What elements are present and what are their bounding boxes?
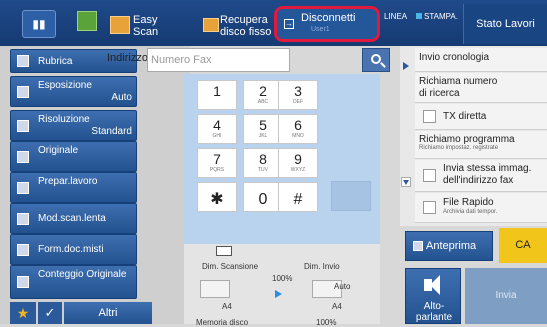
memoria-label: Memoria disco — [196, 318, 249, 327]
search-button[interactable] — [362, 48, 390, 72]
key-2[interactable]: 2 ABC — [243, 80, 283, 110]
fax-number-input[interactable]: Numero Fax — [147, 48, 290, 72]
arrow-right-icon — [275, 290, 282, 298]
mod-scan-lenta-button[interactable]: Mod.scan.lenta — [10, 203, 137, 234]
clear-key[interactable] — [331, 181, 371, 211]
key-5[interactable]: 5 JKL — [243, 114, 283, 144]
key-1[interactable]: 1 — [197, 80, 237, 110]
a4-send-label: A4 — [332, 302, 342, 311]
user-label: User1 — [311, 26, 330, 33]
altri-button[interactable]: Altri — [64, 302, 152, 324]
memoria-pct: 100% — [316, 318, 337, 327]
scan-paper-icon[interactable] — [200, 280, 230, 298]
dim-scansione-label: Dim. Scansione — [202, 262, 259, 271]
key-4[interactable]: 4 GHI — [197, 114, 237, 144]
easy-scan-button[interactable]: Easy Scan — [133, 14, 158, 38]
linea-status: LINEA — [384, 12, 408, 21]
hdd-folder-icon — [203, 18, 219, 32]
key-hash[interactable]: # — [278, 182, 318, 212]
key-7[interactable]: 7 PQRS — [197, 148, 237, 178]
easy-scan-icon — [110, 16, 130, 34]
slow-scan-icon — [17, 212, 29, 225]
address-label: Indirizzo — [107, 52, 148, 64]
file-rapido-checkbox[interactable] — [423, 201, 436, 214]
form-doc-misti-button[interactable]: Form.doc.misti — [10, 234, 137, 265]
invia-stessa-checkbox[interactable] — [423, 169, 436, 182]
invia-button[interactable]: Invia — [465, 268, 547, 324]
key-8[interactable]: 8 TUV — [243, 148, 283, 178]
dim-invio-label: Dim. Invio — [304, 262, 340, 271]
app-icon[interactable] — [77, 11, 97, 31]
address-book-icon — [17, 55, 29, 67]
esposizione-button[interactable]: Esposizione Auto — [10, 76, 137, 107]
key-star[interactable]: ✱ — [197, 182, 237, 212]
altoparlante-button[interactable]: Alto- parlante — [405, 268, 461, 324]
stampa-status: STAMPA. — [424, 12, 458, 21]
disconnect-label: Disconnetti — [301, 12, 356, 24]
key-0[interactable]: 0 — [243, 182, 283, 212]
originale-button[interactable]: Originale — [10, 141, 137, 172]
tx-diretta-item[interactable]: TX diretta — [415, 104, 547, 130]
job-build-icon — [17, 181, 29, 194]
prepar-lavoro-button[interactable]: Prepar.lavoro — [10, 172, 137, 203]
invio-cronologia-item[interactable]: Invio cronologia — [415, 48, 547, 72]
original-icon — [17, 150, 29, 163]
home-button[interactable]: ▮▮ — [22, 10, 56, 38]
key-6[interactable]: 6 MNO — [278, 114, 318, 144]
mixed-size-icon — [17, 243, 29, 256]
preview-icon — [413, 241, 423, 251]
stampa-indicator — [416, 13, 422, 19]
invia-stessa-item[interactable]: Invia stessa immag. dell'indirizzo fax — [415, 160, 547, 192]
ratio-value: 100% — [272, 274, 293, 283]
logout-icon: → — [284, 19, 294, 29]
auto-label: Auto — [334, 282, 351, 291]
recupera-disco-button[interactable]: Recupera disco fisso — [220, 14, 271, 38]
original-count-icon — [17, 276, 29, 288]
ca-button[interactable]: CA — [499, 228, 547, 263]
stato-lavori-button[interactable]: Stato Lavori — [463, 4, 547, 44]
key-9[interactable]: 9 WXYZ — [278, 148, 318, 178]
scanner-icon — [216, 246, 232, 256]
check-icon[interactable]: ✓ — [38, 302, 62, 324]
tx-diretta-checkbox[interactable] — [423, 110, 436, 123]
exposure-icon — [17, 85, 29, 98]
file-rapido-item[interactable]: File Rapido Archivia dati tempor. — [415, 193, 547, 223]
richiama-numero-item[interactable]: Richiama numero di ricerca — [415, 73, 547, 103]
scroll-down-icon[interactable] — [401, 177, 411, 187]
risoluzione-button[interactable]: Risoluzione Standard — [10, 110, 137, 141]
resolution-icon — [17, 119, 29, 132]
richiamo-programma-item[interactable]: Richiamo programma Richiamo impostaz. re… — [415, 131, 547, 159]
expand-arrow-icon[interactable] — [403, 62, 409, 70]
anteprima-button[interactable]: Anteprima — [405, 231, 493, 261]
a4-scan-label: A4 — [222, 302, 232, 311]
disconnect-button[interactable]: → Disconnetti User1 — [274, 6, 380, 42]
conteggio-originale-button[interactable]: Conteggio Originale — [10, 265, 137, 299]
key-3[interactable]: 3 DEF — [278, 80, 318, 110]
favorite-star-icon[interactable]: ★ — [10, 302, 36, 324]
